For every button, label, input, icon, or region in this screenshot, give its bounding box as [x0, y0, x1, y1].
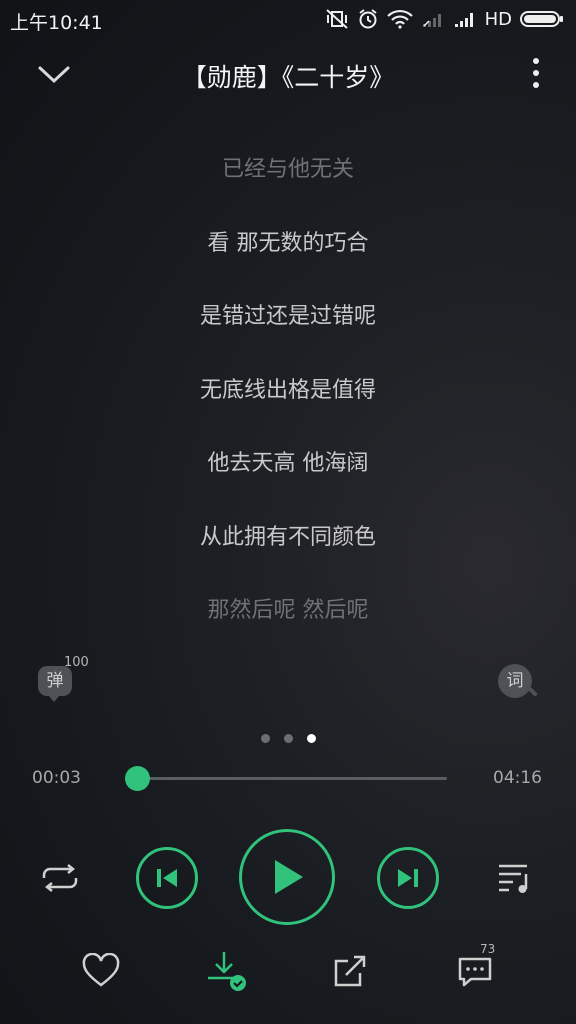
signal-icon	[453, 10, 477, 28]
alarm-icon	[357, 8, 379, 30]
play-button[interactable]	[239, 829, 335, 925]
playlist-icon	[499, 864, 528, 893]
comment-button[interactable]: 73	[450, 942, 500, 994]
lyric-search-button[interactable]: 词	[498, 664, 540, 706]
page-dot-active[interactable]	[306, 734, 316, 743]
skip-previous-icon	[157, 869, 177, 887]
heart-icon	[82, 953, 120, 987]
lyrics-panel[interactable]: 已经与他无关 看 那无数的巧合 是错过还是过错呢 无底线出格是值得 他去天高 他…	[0, 148, 576, 663]
comment-icon	[458, 957, 492, 987]
lyric-line: 那然后呢 然后呢	[207, 598, 369, 623]
mute-vibrate-icon	[325, 8, 349, 30]
signal-weak-icon	[421, 10, 445, 28]
wifi-icon	[386, 9, 413, 29]
total-time: 04:16	[493, 768, 542, 788]
network-type: HD	[484, 8, 512, 30]
downloaded-icon	[208, 952, 246, 991]
play-icon	[275, 860, 303, 894]
next-button[interactable]	[377, 847, 439, 909]
comment-count: 73	[480, 942, 496, 956]
seek-handle[interactable]	[124, 766, 150, 791]
playlist-button[interactable]	[494, 858, 538, 898]
share-button[interactable]	[325, 948, 375, 994]
status-bar: 上午10:41 HD	[0, 0, 576, 40]
page-dot[interactable]	[260, 734, 270, 743]
page-dot[interactable]	[283, 734, 293, 743]
lyric-line: 从此拥有不同颜色	[199, 524, 376, 550]
status-icons: HD	[325, 8, 564, 30]
lyric-line: 他去天高 他海阔	[207, 451, 369, 476]
lyric-search-icon: 词	[498, 664, 532, 698]
download-button[interactable]	[200, 948, 250, 994]
repeat-button[interactable]	[38, 860, 82, 896]
like-button[interactable]	[76, 948, 126, 994]
danmu-button[interactable]: 弹 100	[36, 655, 92, 704]
progress-bar: 00:03 04:16	[0, 760, 576, 800]
more-vertical-icon	[533, 58, 539, 88]
song-title: 【勋鹿】《二十岁》	[181, 63, 395, 92]
repeat-icon	[42, 864, 78, 892]
playback-controls	[0, 826, 576, 930]
danmu-count: 100	[64, 655, 89, 670]
lyric-line: 已经与他无关	[221, 157, 354, 182]
lyric-line: 无底线出格是值得	[199, 377, 376, 403]
danmu-icon: 弹	[38, 666, 72, 702]
battery-icon	[520, 9, 564, 29]
player-header: 【勋鹿】《二十岁》	[0, 44, 576, 104]
seek-track[interactable]	[124, 766, 447, 791]
lyric-line: 是错过还是过错呢	[199, 304, 376, 329]
page-indicator	[0, 734, 576, 743]
current-time: 00:03	[32, 768, 81, 788]
lyric-line: 看 那无数的巧合	[207, 230, 369, 256]
status-time: 上午10:41	[10, 12, 103, 34]
previous-button[interactable]	[136, 847, 198, 909]
share-icon	[334, 955, 366, 987]
skip-next-icon	[398, 869, 418, 887]
more-button[interactable]	[516, 56, 556, 92]
bottom-action-bar: 73	[0, 942, 576, 1004]
